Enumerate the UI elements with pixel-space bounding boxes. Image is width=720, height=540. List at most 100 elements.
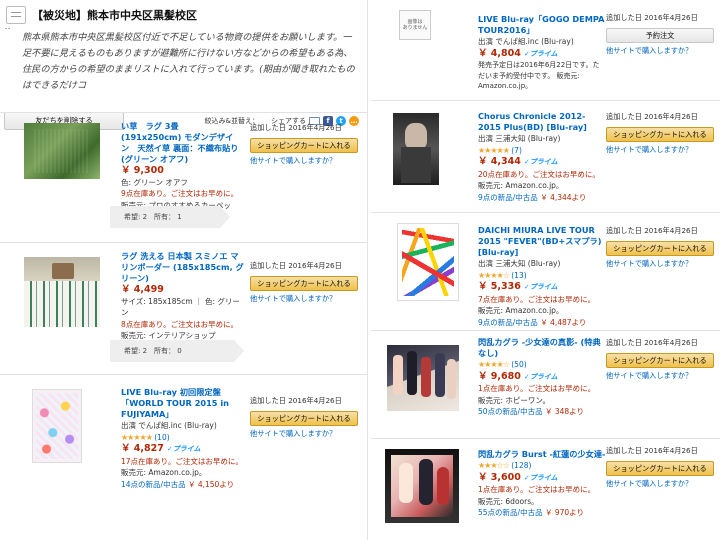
- priority-bubble: 希望: 2 所有： 1: [110, 206, 230, 228]
- preorder-button[interactable]: 予約注文: [606, 28, 714, 43]
- add-to-cart-button[interactable]: ショッピングカートに入れる: [606, 241, 714, 256]
- added-date: 追加した日 2016年4月26日: [250, 123, 342, 132]
- add-to-cart-button[interactable]: ショッピングカートに入れる: [606, 461, 714, 476]
- rating-stars[interactable]: ★★★★★: [478, 146, 510, 155]
- product-image[interactable]: [24, 123, 100, 179]
- wishlist-panel-left: 【被災地】熊本市中央区黒髪校区 “ 熊本県熊本市中央区黒髪校区付近で不足している…: [0, 0, 368, 540]
- item-title[interactable]: LIVE Blu-ray 初回限定盤「WORLD TOUR 2015 in FU…: [121, 387, 249, 420]
- product-image[interactable]: [387, 345, 459, 411]
- prime-badge: ✓プライム: [523, 473, 558, 482]
- item-price: ￥ 4,827: [121, 443, 164, 454]
- list-item: 閃乱カグラ -少女達の真影- (特典なし) ★★★★☆ (50) ￥ 9,680…: [371, 330, 720, 438]
- item-price: ￥ 4,499: [121, 284, 164, 295]
- used-offers-link[interactable]: 14点の新品/中古品: [121, 480, 186, 489]
- item-info: 閃乱カグラ -少女達の真影- (特典なし) ★★★★☆ (50) ￥ 9,680…: [478, 337, 606, 418]
- added-date: 追加した日 2016年4月26日: [606, 446, 698, 455]
- list-header: 【被災地】熊本市中央区黒髪校区: [0, 0, 367, 28]
- prime-badge: ✓プライム: [523, 49, 558, 58]
- add-to-cart-button[interactable]: ショッピングカートに入れる: [250, 411, 358, 426]
- used-price: ￥ 4,487より: [540, 317, 587, 327]
- add-to-cart-button[interactable]: ショッピングカートに入れる: [250, 138, 358, 153]
- stock-status: 1点在庫あり。ご注文はお早めに。: [478, 485, 596, 494]
- item-price: ￥ 9,300: [121, 165, 164, 176]
- other-sites-link[interactable]: 他サイトで購入しますか？: [250, 293, 358, 305]
- other-sites-link[interactable]: 他サイトで購入しますか？: [606, 478, 714, 490]
- product-image[interactable]: [24, 257, 100, 327]
- stock-status: 17点在庫あり。ご注文はお早めに。: [121, 456, 243, 466]
- product-image-placeholder[interactable]: 画像は ありません: [399, 10, 431, 40]
- item-variant: 色: グリーン オアフ: [121, 177, 188, 187]
- item-title[interactable]: LIVE Blu-ray「GOGO DEMPA TOUR2016」: [478, 14, 606, 36]
- item-price: ￥ 9,680: [478, 370, 521, 382]
- item-info: Chorus Chronicle 2012-2015 Plus(BD) [Blu…: [478, 111, 606, 203]
- used-price: ￥ 970より: [544, 508, 585, 517]
- product-image[interactable]: [393, 113, 439, 185]
- item-info: 閃乱カグラ Burst -紅蓮の少女達- ★★★☆☆ (128) ￥ 3,600…: [478, 449, 606, 519]
- used-price: ￥ 4,150より: [187, 479, 235, 489]
- priority-bubble: 希望: 2 所有： 0: [110, 340, 244, 362]
- other-sites-link[interactable]: 他サイトで購入しますか？: [606, 370, 714, 382]
- item-title[interactable]: DAICHI MIURA LIVE TOUR 2015 "FEVER"(BD+ス…: [478, 225, 606, 258]
- list-item: LIVE Blu-ray 初回限定盤「WORLD TOUR 2015 in FU…: [0, 374, 367, 540]
- added-date: 追加した日 2016年4月26日: [606, 112, 698, 121]
- item-title[interactable]: 閃乱カグラ -少女達の真影- (特典なし): [478, 337, 606, 359]
- stock-status: 9点在庫あり。ご注文はお早めに。: [121, 189, 239, 198]
- item-actions: 追加した日 2016年4月26日 ショッピングカートに入れる 他サイトで購入しま…: [606, 225, 714, 270]
- added-date: 追加した日 2016年4月26日: [606, 226, 698, 235]
- rating-stars[interactable]: ★★★☆☆: [478, 461, 510, 470]
- review-count[interactable]: (10): [154, 433, 169, 442]
- other-sites-link[interactable]: 他サイトで購入しますか？: [250, 155, 358, 167]
- added-date: 追加した日 2016年4月26日: [250, 396, 342, 405]
- item-actions: 追加した日 2016年4月26日 ショッピングカートに入れる 他サイトで購入しま…: [250, 122, 358, 167]
- used-offers-link[interactable]: 9点の新品/中古品: [478, 318, 538, 327]
- stock-status: 20点在庫あり。ご注文はお早めに。: [478, 169, 600, 179]
- stock-status: 1点在庫あり。ご注文はお早めに。: [478, 384, 596, 393]
- rating-stars[interactable]: ★★★★☆: [478, 360, 510, 369]
- rating-stars[interactable]: ★★★★★: [121, 433, 153, 442]
- item-actions: 追加した日 2016年4月26日 ショッピングカートに入れる 他サイトで購入しま…: [606, 111, 714, 156]
- product-image[interactable]: [32, 389, 82, 463]
- product-image[interactable]: [385, 449, 459, 523]
- used-offers-link[interactable]: 55点の新品/中古品: [478, 508, 543, 517]
- release-note: 発売予定日は2016年6月22日です。ただいま予約受付中です。 販売元: Ama…: [478, 61, 600, 90]
- item-title[interactable]: 閃乱カグラ Burst -紅蓮の少女達-: [478, 449, 606, 460]
- item-actions: 追加した日 2016年4月26日 ショッピングカートに入れる 他サイトで購入しま…: [250, 260, 358, 305]
- item-price: ￥ 5,336: [478, 281, 521, 292]
- added-date: 追加した日 2016年4月26日: [606, 13, 698, 22]
- review-count[interactable]: (13): [511, 271, 526, 280]
- item-title[interactable]: い草 ラグ 3畳 (191x250cm) モダンデザイン 天然イ草 裏面：不織布…: [121, 121, 241, 165]
- other-sites-link[interactable]: 他サイトで購入しますか？: [606, 258, 714, 270]
- stock-status: 8点在庫あり。ご注文はお早めに。: [121, 319, 239, 329]
- item-info: ラグ 洗える 日本製 スミノエ マリンボーダー (185x185cm, グリーン…: [121, 251, 246, 353]
- item-price: ￥ 4,804: [478, 47, 521, 59]
- item-actions: 追加した日 2016年4月26日 ショッピングカートに入れる 他サイトで購入しま…: [606, 337, 714, 382]
- review-count[interactable]: (50): [511, 360, 526, 369]
- stock-status: 7点在庫あり。ご注文はお早めに。: [478, 294, 596, 304]
- used-offers-link[interactable]: 50点の新品/中古品: [478, 407, 543, 416]
- description-text: 熊本県熊本市中央区黒髪校区付近で不足している物資の提供をお願いします。一足不要に…: [22, 32, 355, 91]
- list-item: Chorus Chronicle 2012-2015 Plus(BD) [Blu…: [371, 100, 720, 212]
- add-to-cart-button[interactable]: ショッピングカートに入れる: [606, 127, 714, 142]
- product-image[interactable]: [397, 223, 459, 301]
- prime-badge: ✓プライム: [523, 283, 558, 291]
- item-info: LIVE Blu-ray 初回限定盤「WORLD TOUR 2015 in FU…: [121, 387, 249, 490]
- other-sites-link[interactable]: 他サイトで購入しますか？: [250, 428, 358, 440]
- item-title[interactable]: Chorus Chronicle 2012-2015 Plus(BD) [Blu…: [478, 111, 606, 133]
- rating-stars[interactable]: ★★★★☆: [478, 271, 510, 280]
- item-maker: 出演 三浦大知 (Blu-ray): [478, 259, 561, 268]
- item-price: ￥ 4,344: [478, 156, 521, 167]
- wishlist-panel-right: 画像は ありません LIVE Blu-ray「GOGO DEMPA TOUR20…: [371, 0, 720, 540]
- prime-badge: ✓プライム: [523, 372, 558, 381]
- other-sites-link[interactable]: 他サイトで購入しますか？: [606, 45, 714, 57]
- prime-badge: ✓プライム: [523, 158, 558, 166]
- add-to-cart-button[interactable]: ショッピングカートに入れる: [250, 276, 358, 291]
- other-sites-link[interactable]: 他サイトで購入しますか？: [606, 144, 714, 156]
- review-count[interactable]: (7): [511, 146, 522, 155]
- add-to-cart-button[interactable]: ショッピングカートに入れる: [606, 353, 714, 368]
- item-actions: 追加した日 2016年4月26日 ショッピングカートに入れる 他サイトで購入しま…: [250, 395, 358, 440]
- used-offers-link[interactable]: 9点の新品/中古品: [478, 193, 538, 202]
- list-description: “ 熊本県熊本市中央区黒髪校区付近で不足している物資の提供をお願いします。一足不…: [0, 28, 367, 96]
- item-info: DAICHI MIURA LIVE TOUR 2015 "FEVER"(BD+ス…: [478, 225, 606, 328]
- item-title[interactable]: ラグ 洗える 日本製 スミノエ マリンボーダー (185x185cm, グリーン…: [121, 251, 246, 284]
- review-count[interactable]: (128): [511, 461, 531, 470]
